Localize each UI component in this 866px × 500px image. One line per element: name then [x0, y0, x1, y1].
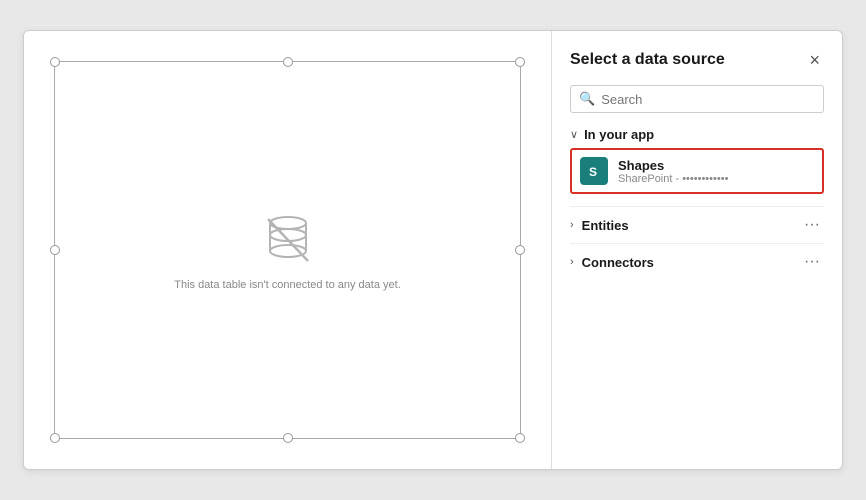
svg-text:S: S: [589, 165, 597, 179]
handle-bot-mid[interactable]: [283, 433, 293, 443]
handle-bot-right[interactable]: [515, 433, 525, 443]
search-input[interactable]: [601, 92, 815, 107]
handle-mid-left[interactable]: [50, 245, 60, 255]
sharepoint-icon: S: [586, 163, 602, 179]
entities-more-button[interactable]: ···: [800, 215, 824, 235]
panel-title: Select a data source: [570, 51, 725, 69]
handle-mid-right[interactable]: [515, 245, 525, 255]
shapes-item-icon: S: [580, 157, 608, 185]
in-your-app-list: S Shapes SharePoint - ••••••••••••: [570, 148, 824, 196]
shapes-item-name: Shapes: [618, 158, 814, 173]
handle-top-right[interactable]: [515, 57, 525, 67]
canvas-frame: This data table isn't connected to any d…: [54, 61, 521, 439]
shapes-item[interactable]: S Shapes SharePoint - ••••••••••••: [570, 148, 824, 194]
main-card: This data table isn't connected to any d…: [23, 30, 843, 470]
panel-header: Select a data source ×: [570, 49, 824, 71]
chevron-right-entities-icon: ›: [570, 219, 574, 231]
chevron-right-connectors-icon: ›: [570, 256, 574, 268]
connectors-label: Connectors: [582, 255, 800, 270]
shapes-item-sub: SharePoint - ••••••••••••: [618, 173, 814, 185]
side-panel: Select a data source × 🔍 ∨ In your app S: [552, 31, 842, 469]
search-icon: 🔍: [579, 91, 595, 107]
handle-top-mid[interactable]: [283, 57, 293, 67]
canvas-area: This data table isn't connected to any d…: [24, 31, 552, 469]
database-disconnected-icon: [258, 209, 318, 269]
canvas-empty-label: This data table isn't connected to any d…: [174, 279, 401, 291]
entities-label: Entities: [582, 218, 800, 233]
entities-section[interactable]: › Entities ···: [570, 206, 824, 243]
connectors-section[interactable]: › Connectors ···: [570, 243, 824, 280]
handle-bot-left[interactable]: [50, 433, 60, 443]
handle-top-left[interactable]: [50, 57, 60, 67]
in-your-app-header[interactable]: ∨ In your app: [570, 127, 824, 142]
canvas-content: This data table isn't connected to any d…: [55, 62, 520, 438]
search-box: 🔍: [570, 85, 824, 113]
in-your-app-label: In your app: [584, 127, 654, 142]
close-button[interactable]: ×: [805, 49, 824, 71]
shapes-item-text: Shapes SharePoint - ••••••••••••: [618, 158, 814, 185]
connectors-more-button[interactable]: ···: [800, 252, 824, 272]
chevron-down-icon: ∨: [570, 128, 578, 141]
